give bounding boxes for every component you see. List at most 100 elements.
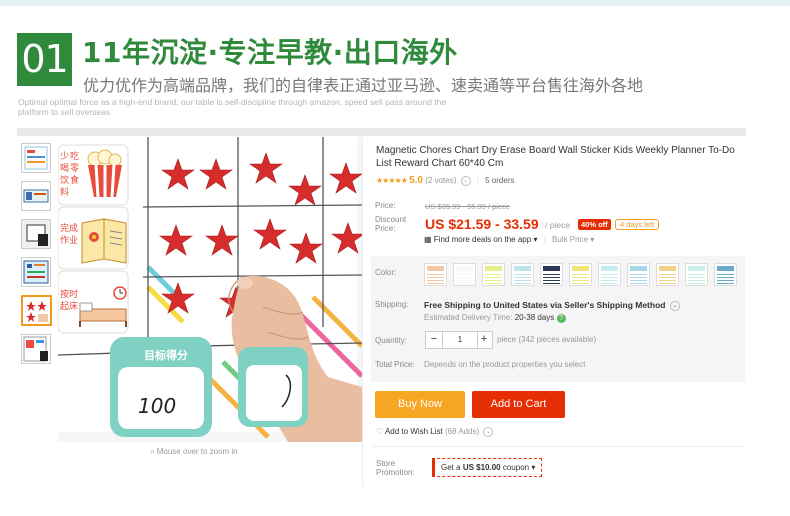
swatch-line	[601, 277, 618, 278]
swatch-line	[688, 277, 705, 278]
section-number: 01	[17, 33, 72, 86]
rating-votes[interactable]: (2 votes)	[425, 176, 456, 185]
color-swatch-4[interactable]	[511, 263, 534, 286]
swatch-line	[456, 280, 473, 281]
thumbnail-3[interactable]	[21, 219, 51, 249]
color-swatch-11[interactable]	[714, 263, 737, 286]
quantity-minus-button[interactable]: −	[426, 332, 442, 348]
color-label: Color:	[375, 268, 397, 277]
chevron-down-icon: ▾	[531, 463, 536, 472]
wishlist-link[interactable]: Add to Wish List	[385, 427, 443, 436]
swatch-line	[427, 283, 444, 284]
card-text-anshi: 按时	[60, 288, 78, 300]
card-text-he: 喝	[60, 163, 69, 174]
chevron-down-icon[interactable]: ▾	[533, 235, 537, 244]
color-swatch-5[interactable]	[540, 263, 563, 286]
book-icon	[81, 218, 127, 264]
score-handwritten: 100	[138, 394, 176, 418]
card-text-yin: 饮	[60, 174, 69, 186]
app-deals-link[interactable]: Find more deals on the app	[434, 235, 531, 244]
color-swatch-7[interactable]	[598, 263, 621, 286]
qr-code-icon: ▦	[424, 235, 432, 244]
swatch-line	[543, 280, 560, 281]
top-band	[0, 0, 790, 6]
original-price: US $35.99 - 55.99 / piece	[425, 202, 511, 211]
swatch-header	[572, 266, 589, 271]
swatch-line	[572, 274, 589, 275]
swatch-line	[543, 283, 560, 284]
price-block: Price: US $35.99 - 55.99 / piece Discoun…	[371, 192, 745, 256]
swatch-line	[717, 274, 734, 275]
quantity-stepper: − 1 +	[425, 331, 493, 349]
color-swatch-6[interactable]	[569, 263, 592, 286]
swatch-line	[427, 280, 444, 281]
swatch-line	[659, 280, 676, 281]
swatch-line	[543, 277, 560, 278]
card-text-ling: 零	[70, 163, 79, 174]
price-label: Price:	[375, 201, 396, 210]
total-price-label: Total Price:	[375, 360, 415, 369]
swatch-line	[514, 277, 531, 278]
quantity-input[interactable]: 1	[442, 332, 478, 348]
app-deals-row: ▦ Find more deals on the app ▾ | Bulk Pr…	[424, 235, 595, 244]
swatch-header	[659, 266, 676, 271]
main-product-image[interactable]: 少 喝 饮 料 吃 零 食 完成 作业 按时 起床 目标得分 100	[58, 137, 362, 442]
swatch-line	[601, 283, 618, 284]
color-swatch-8[interactable]	[627, 263, 650, 286]
thumbnail-6[interactable]	[21, 334, 51, 364]
swatch-line	[688, 274, 705, 275]
color-swatch-9[interactable]	[656, 263, 679, 286]
chevron-down-icon[interactable]: ⌄	[669, 300, 680, 311]
color-swatch-1[interactable]	[424, 263, 447, 286]
thumbnail-2[interactable]	[21, 181, 51, 211]
days-left-badge: 4 days left	[615, 219, 660, 230]
help-icon[interactable]: ?	[556, 314, 566, 323]
swatch-line	[630, 280, 647, 281]
color-swatch-10[interactable]	[685, 263, 708, 286]
add-to-cart-button[interactable]: Add to Cart	[472, 391, 565, 418]
swatch-line	[630, 283, 647, 284]
swatch-line	[630, 277, 647, 278]
swatch-header	[427, 266, 444, 271]
swatch-line	[572, 280, 589, 281]
quantity-plus-button[interactable]: +	[476, 332, 492, 348]
swatch-line	[630, 274, 647, 275]
rating-score: 5.0	[409, 175, 423, 186]
bulk-price-link[interactable]: Bulk Price	[552, 235, 588, 244]
wishlist-row[interactable]: ♡ Add to Wish List (68 Adds) ⌄	[376, 427, 494, 437]
discount-price-label: Discount Price:	[375, 215, 407, 233]
swatch-header	[717, 266, 734, 271]
price-unit: / piece	[545, 220, 571, 230]
swatch-line	[485, 277, 502, 278]
color-swatch-2[interactable]	[453, 263, 476, 286]
swatch-line	[717, 280, 734, 281]
section-english-caption: Optimal optimal force as a high-end bran…	[18, 97, 447, 117]
swatch-line	[659, 277, 676, 278]
options-block: Color: Shipping: Free Shipping to United…	[371, 256, 745, 382]
thumbnail-list	[21, 143, 53, 372]
swatch-line	[456, 277, 473, 278]
card-text-shi: 食	[70, 174, 79, 186]
chevron-down-icon[interactable]: ⌄	[483, 427, 494, 437]
shipping-method[interactable]: Free Shipping to United States via Selle…	[424, 300, 680, 311]
thumbnail-4[interactable]	[21, 257, 51, 287]
swatch-line	[456, 274, 473, 275]
chevron-down-icon[interactable]: ▾	[590, 235, 594, 244]
quantity-label: Quantity:	[375, 336, 408, 345]
color-swatch-3[interactable]	[482, 263, 505, 286]
shipping-label: Shipping:	[375, 300, 409, 309]
chevron-down-icon[interactable]: ⌄	[460, 175, 471, 186]
store-promotion-label: Store Promotion:	[376, 459, 415, 477]
thumbnail-1[interactable]	[21, 143, 51, 173]
coupon-button[interactable]: Get a US $10.00 coupon ▾	[432, 458, 543, 477]
swatch-line	[659, 274, 676, 275]
orders-count: 5 orders	[485, 176, 515, 185]
swatch-line	[427, 277, 444, 278]
thumbnail-5-selected[interactable]	[21, 295, 52, 326]
card-text-chi: 吃	[70, 150, 79, 162]
section-title: 11年沉淀·专注早教·出口海外	[82, 36, 458, 69]
alarm-clock-icon	[113, 286, 127, 300]
buy-now-button[interactable]: Buy Now	[375, 391, 465, 418]
section-subtitle: 优力优作为高端品牌，我们的自律表正通过亚马逊、速卖通等平台售往海外各地	[83, 76, 644, 95]
divider	[371, 446, 745, 447]
